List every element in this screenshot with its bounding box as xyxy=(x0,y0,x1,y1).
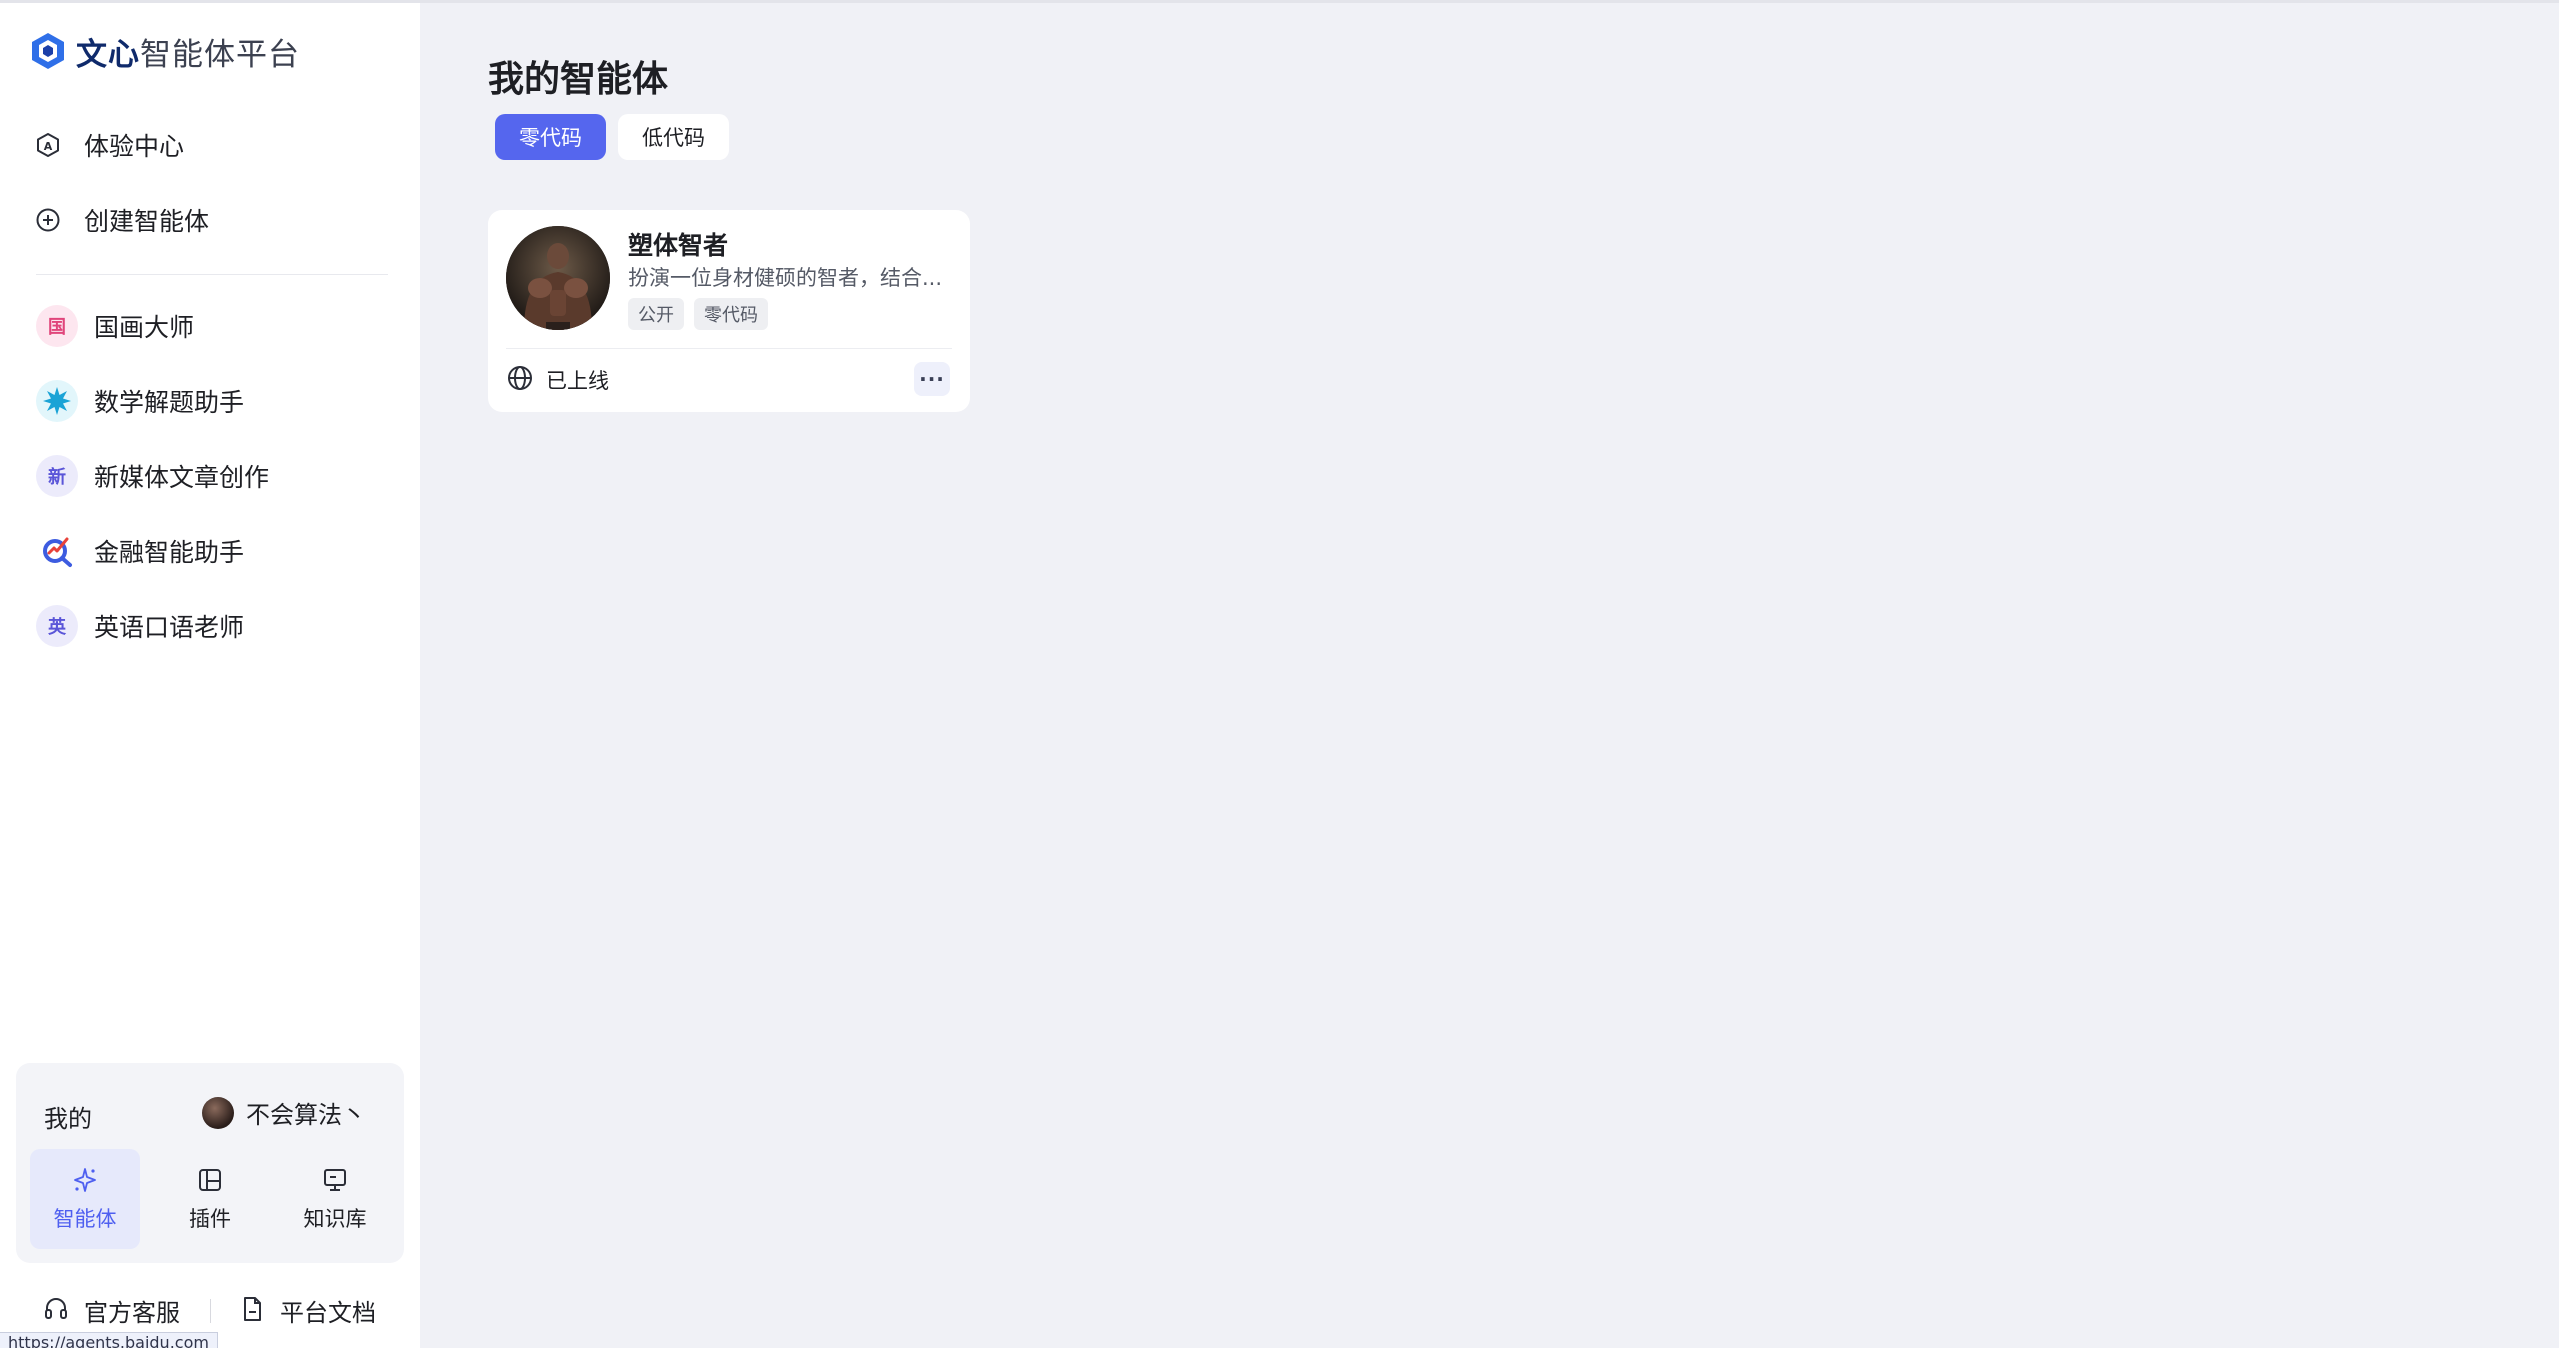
support-label: 官方客服 xyxy=(84,1299,180,1327)
tab-zero-code[interactable]: 零代码 xyxy=(495,114,606,160)
sidebar-agent-math-helper[interactable]: 数学解题助手 xyxy=(22,370,392,432)
tab-low-code[interactable]: 低代码 xyxy=(618,114,729,160)
official-support-link[interactable]: 官方客服 xyxy=(42,1293,180,1328)
agent-card[interactable]: 塑体智者 扮演一位身材健硕的智者，结合... 公开 零代码 已上线 ··· xyxy=(488,210,970,412)
wenxin-logo-icon xyxy=(32,33,64,69)
app-brand-suffix: 智能体平台 xyxy=(140,36,300,73)
nav-label: 体验中心 xyxy=(84,132,185,161)
my-panel: 我的 不会算法丶 智能体 插件 知识库 xyxy=(16,1063,404,1263)
document-icon xyxy=(238,1295,266,1327)
docs-label: 平台文档 xyxy=(280,1299,376,1327)
sidebar-agent-new-media[interactable]: 新 新媒体文章创作 xyxy=(22,445,392,507)
agent-label: 新媒体文章创作 xyxy=(94,463,270,492)
muscular-man-portrait xyxy=(506,226,610,330)
my-tab-knowledge-base[interactable]: 知识库 xyxy=(280,1149,390,1249)
agent-label: 国画大师 xyxy=(94,313,195,342)
experience-center-icon: A xyxy=(34,131,62,159)
agent-card-status: 已上线 xyxy=(506,364,609,396)
agent-card-more-button[interactable]: ··· xyxy=(914,362,950,396)
sidebar-agent-guohua-dashi[interactable]: 国 国画大师 xyxy=(22,295,392,357)
tab-label: 知识库 xyxy=(303,1207,367,1231)
agent-label: 数学解题助手 xyxy=(94,388,245,417)
agent-card-divider xyxy=(506,348,952,349)
sidebar-agent-english-teacher[interactable]: 英 英语口语老师 xyxy=(22,595,392,657)
agent-avatar: 新 xyxy=(36,455,78,497)
platform-docs-link[interactable]: 平台文档 xyxy=(238,1293,376,1328)
tab-label: 插件 xyxy=(189,1207,231,1231)
browser-status-url: https://agents.baidu.com xyxy=(0,1332,218,1348)
nav-create-agent[interactable]: 创建智能体 xyxy=(22,190,392,250)
footer-separator xyxy=(210,1299,211,1323)
agent-avatar: 国 xyxy=(36,305,78,347)
more-horizontal-icon: ··· xyxy=(919,367,945,391)
plus-circle-icon xyxy=(34,206,62,234)
agent-avatar: 英 xyxy=(36,605,78,647)
headset-icon xyxy=(42,1295,70,1327)
nav-label: 创建智能体 xyxy=(84,207,210,236)
page-title: 我的智能体 xyxy=(488,59,669,100)
agent-card-description: 扮演一位身材健硕的智者，结合... xyxy=(628,266,943,290)
user-profile[interactable]: 不会算法丶 xyxy=(202,1095,366,1130)
agent-card-avatar xyxy=(506,226,610,330)
sidebar: 文心 智能体平台 A 体验中心 创建智能体 国 国画大师 数学解题助手 新 新媒… xyxy=(0,3,420,1348)
sidebar-divider xyxy=(36,274,388,275)
nav-experience-center[interactable]: A 体验中心 xyxy=(22,115,392,175)
sparkle-icon xyxy=(70,1165,100,1195)
sidebar-agent-finance[interactable]: 金融智能助手 xyxy=(22,520,392,582)
agent-card-tag-public: 公开 xyxy=(628,298,684,330)
finance-search-icon xyxy=(43,537,72,567)
agent-card-status-label: 已上线 xyxy=(546,369,609,393)
app-brand: 文心 xyxy=(76,36,140,73)
agent-avatar xyxy=(36,380,78,422)
plugin-icon xyxy=(195,1165,225,1195)
agent-avatar xyxy=(36,530,78,572)
starburst-icon xyxy=(43,387,71,415)
globe-icon xyxy=(506,364,534,396)
agent-card-tag-zero-code: 零代码 xyxy=(694,298,768,330)
tab-label: 智能体 xyxy=(53,1207,117,1231)
app-logo[interactable]: 文心 智能体平台 xyxy=(28,29,300,73)
my-panel-title: 我的 xyxy=(44,1105,92,1133)
my-tab-plugins[interactable]: 插件 xyxy=(155,1149,265,1249)
agent-card-name: 塑体智者 xyxy=(628,231,729,260)
user-avatar xyxy=(202,1096,234,1129)
agent-label: 金融智能助手 xyxy=(94,538,245,567)
user-name: 不会算法丶 xyxy=(246,1101,366,1129)
knowledge-base-icon xyxy=(320,1165,350,1195)
svg-text:A: A xyxy=(44,140,53,153)
agent-label: 英语口语老师 xyxy=(94,613,245,642)
my-tab-agents[interactable]: 智能体 xyxy=(30,1149,140,1249)
